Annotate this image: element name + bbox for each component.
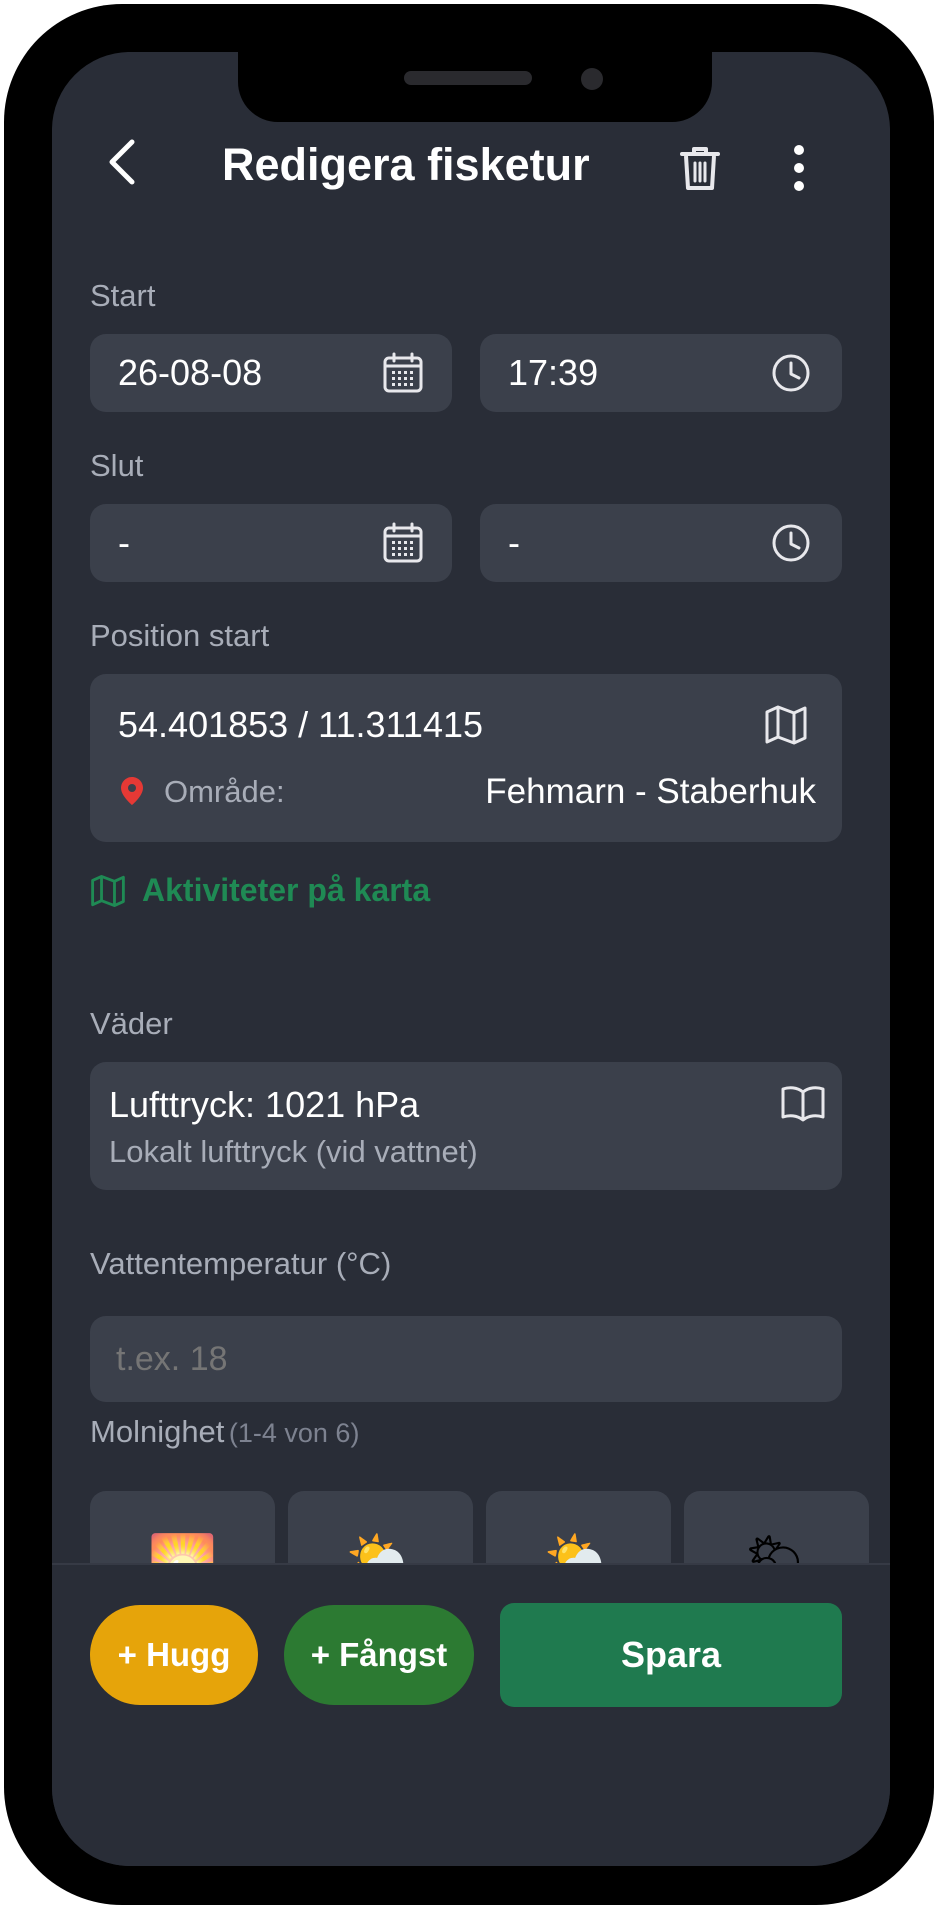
trash-icon: [680, 147, 720, 190]
position-label: Position start: [90, 618, 270, 653]
map-icon: [91, 874, 125, 907]
bottom-action-bar: + Hugg + Fångst Spara: [52, 1563, 890, 1866]
calendar-icon: [383, 352, 423, 393]
end-date-field[interactable]: -: [90, 504, 452, 582]
end-time-value: -: [508, 522, 520, 563]
notch: [238, 52, 712, 122]
more-vertical-icon: [794, 145, 804, 191]
end-date-value: -: [118, 522, 130, 563]
back-arrow-icon: [109, 139, 135, 185]
calendar-icon: [383, 522, 423, 563]
book-icon: [781, 1086, 825, 1122]
save-button[interactable]: Spara: [500, 1603, 842, 1707]
app-screen: Redigera fisketur Start 26-08-08 17:39 S…: [52, 52, 890, 1866]
cloud-cover-label-row: Molnighet (1-4 von 6): [90, 1414, 359, 1450]
front-camera: [581, 68, 603, 90]
cloud-cover-hint: (1-4 von 6): [228, 1418, 360, 1448]
start-label: Start: [90, 278, 156, 313]
clock-icon: [772, 354, 810, 392]
cloud-cover-label: Molnighet: [90, 1414, 225, 1449]
start-time-field[interactable]: 17:39: [480, 334, 842, 412]
water-temp-input-box: [90, 1316, 842, 1402]
start-time-value: 17:39: [508, 352, 599, 393]
start-date-field[interactable]: 26-08-08: [90, 334, 452, 412]
delete-button[interactable]: [672, 140, 728, 196]
end-time-field[interactable]: -: [480, 504, 842, 582]
area-label: Område:: [164, 774, 285, 809]
water-temp-input[interactable]: [116, 1316, 816, 1402]
position-card[interactable]: 54.401853 / 11.311415 Område: Fehmarn - …: [90, 674, 842, 842]
map-icon: [765, 705, 807, 745]
activities-map-link[interactable]: Aktiviteter på karta: [90, 872, 430, 909]
activities-map-label: Aktiviteter på karta: [142, 872, 431, 908]
water-temp-label: Vattentemperatur (°C): [90, 1246, 392, 1281]
weather-card[interactable]: Lufttryck: 1021 hPa Lokalt lufttryck (vi…: [90, 1062, 842, 1190]
coordinates-value: 54.401853 / 11.311415: [118, 704, 484, 745]
add-bite-button[interactable]: + Hugg: [90, 1605, 258, 1705]
page-title: Redigera fisketur: [222, 139, 590, 190]
speaker: [404, 71, 532, 85]
phone-frame: Redigera fisketur Start 26-08-08 17:39 S…: [4, 4, 934, 1905]
add-catch-button[interactable]: + Fångst: [284, 1605, 474, 1705]
more-menu-button[interactable]: [774, 140, 824, 196]
location-pin-icon: [121, 777, 143, 805]
back-button[interactable]: [94, 130, 150, 194]
weather-label: Väder: [90, 1006, 173, 1041]
end-label: Slut: [90, 448, 144, 483]
pressure-note: Lokalt lufttryck (vid vattnet): [109, 1134, 478, 1169]
area-value: Fehmarn - Staberhuk: [485, 772, 816, 811]
start-date-value: 26-08-08: [118, 352, 263, 393]
clock-icon: [772, 524, 810, 562]
pressure-value: Lufttryck: 1021 hPa: [109, 1084, 420, 1125]
